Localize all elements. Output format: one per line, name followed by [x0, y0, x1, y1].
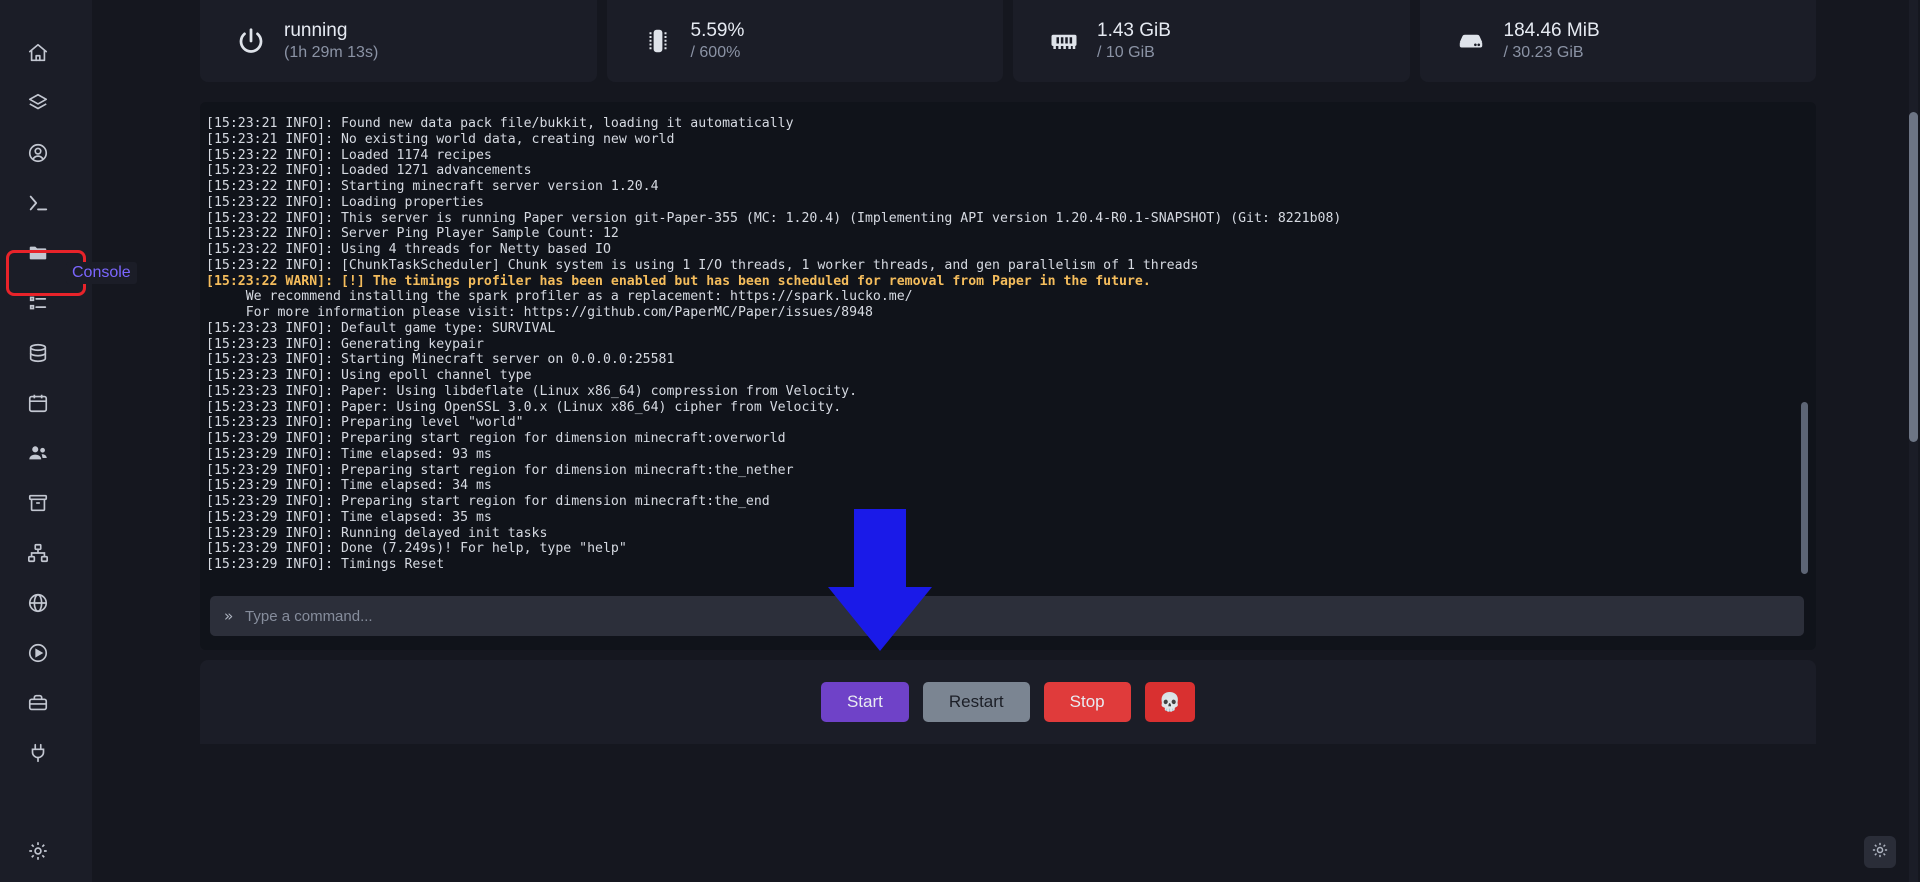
restart-button[interactable]: Restart	[922, 682, 1030, 722]
main-content: running (1h 29m 13s) 5.59% / 600% 1.43 G…	[92, 0, 1920, 882]
console-log-line: [15:23:22 INFO]: Server Ping Player Samp…	[206, 226, 619, 242]
console-log-line: [15:23:29 INFO]: Time elapsed: 34 ms	[206, 478, 492, 494]
disk-limit: / 30.23 GiB	[1503, 43, 1584, 61]
memory-limit: / 10 GiB	[1097, 43, 1155, 61]
sidebar-item-tools[interactable]	[0, 678, 92, 728]
layers-icon	[27, 92, 49, 114]
play-circle-icon	[27, 642, 49, 664]
sidebar-item-network[interactable]	[0, 528, 92, 578]
users-icon	[27, 442, 49, 464]
console-log-line: [15:23:29 INFO]: Preparing start region …	[206, 431, 786, 446]
console-log-line: [15:23:21 INFO]: No existing world data,…	[206, 131, 675, 147]
status-uptime: (1h 29m 13s)	[284, 43, 379, 61]
console-log-line: [15:23:21 INFO]: Found new data pack fil…	[206, 116, 794, 131]
console-log-line: [15:23:22 WARN]: [!] The timings profile…	[206, 273, 1151, 289]
console-log-line: [15:23:29 INFO]: Done (7.249s)! For help…	[206, 541, 627, 557]
memory-value: 1.43 GiB	[1097, 20, 1171, 42]
gear-icon	[1871, 841, 1889, 864]
sidebar-item-users[interactable]	[0, 428, 92, 478]
sidebar-item-databases[interactable]	[0, 328, 92, 378]
start-button[interactable]: Start	[820, 682, 909, 722]
console-log-line: [15:23:22 INFO]: This server is running …	[206, 210, 1342, 226]
console-log-line: [15:23:23 INFO]: Generating keypair	[206, 336, 484, 352]
console-log-line: [15:23:29 INFO]: Time elapsed: 35 ms	[206, 509, 492, 525]
cpu-card: 5.59% / 600%	[606, 0, 1003, 82]
calendar-icon	[27, 392, 49, 414]
toolbox-icon	[27, 692, 49, 714]
cpu-value: 5.59%	[690, 20, 745, 42]
console-log-line: [15:23:22 INFO]: Loaded 1174 recipes	[206, 147, 492, 163]
cpu-icon	[643, 26, 673, 56]
list-check-icon	[27, 292, 49, 314]
disk-card: 184.46 MiB / 30.23 GiB	[1419, 0, 1816, 82]
console-log-line: [15:23:22 INFO]: [ChunkTaskScheduler] Ch…	[206, 257, 1199, 273]
page-scroll-thumb[interactable]	[1909, 112, 1918, 442]
console-log-line: [15:23:23 INFO]: Using epoll channel typ…	[206, 368, 532, 383]
support-widget-button[interactable]	[1864, 836, 1896, 868]
sidebar-item-backups[interactable]	[0, 478, 92, 528]
disk-icon	[1456, 26, 1486, 56]
globe-icon	[27, 592, 49, 614]
console-log-line: [15:23:22 INFO]: Loaded 1271 advancement…	[206, 163, 532, 179]
console-panel: [15:23:21 INFO]: Found new data pack fil…	[200, 102, 1816, 650]
sidebar-item-account[interactable]	[0, 128, 92, 178]
console-log-line: For more information please visit: https…	[206, 305, 873, 320]
console-scrollbar[interactable]	[1801, 116, 1808, 576]
power-icon	[236, 26, 266, 56]
console-log-line: [15:23:29 INFO]: Preparing start region …	[206, 494, 770, 509]
home-icon	[27, 42, 49, 64]
console-log-line: [15:23:29 INFO]: Timings Reset	[206, 557, 445, 572]
sidebar-item-schedules[interactable]	[0, 378, 92, 428]
console-log-line: We recommend installing the spark profil…	[206, 289, 913, 305]
console-log-line: [15:23:23 INFO]: Starting Minecraft serv…	[206, 352, 675, 368]
console-log-line: [15:23:23 INFO]: Preparing level "world"	[206, 415, 524, 431]
cpu-limit: / 600%	[690, 43, 741, 61]
plug-icon	[27, 742, 49, 764]
sidebar-item-servers[interactable]	[0, 78, 92, 128]
sidebar-item-plugins[interactable]	[0, 728, 92, 778]
memory-icon	[1049, 26, 1079, 56]
command-prompt-icon: »	[224, 607, 234, 625]
memory-card: 1.43 GiB / 10 GiB	[1013, 0, 1410, 82]
sidebar-item-domains[interactable]	[0, 578, 92, 628]
kill-button[interactable]: 💀	[1144, 682, 1196, 722]
status-card: running (1h 29m 13s)	[200, 0, 597, 82]
console-log-line: [15:23:29 INFO]: Preparing start region …	[206, 462, 794, 478]
stat-cards-row: running (1h 29m 13s) 5.59% / 600% 1.43 G…	[92, 0, 1920, 82]
console-log-line: [15:23:22 INFO]: Starting minecraft serv…	[206, 179, 659, 194]
server-console-page: Console running (1h 29m 13s) 5.59% / 600…	[0, 0, 1920, 882]
user-circle-icon	[27, 142, 49, 164]
console-output[interactable]: [15:23:21 INFO]: Found new data pack fil…	[200, 116, 1816, 576]
sidebar-item-home[interactable]	[0, 28, 92, 78]
power-actions-bar: Start Restart Stop 💀	[200, 660, 1816, 744]
console-log-line: [15:23:23 INFO]: Paper: Using libdeflate…	[206, 383, 858, 399]
archive-icon	[27, 492, 49, 514]
console-log-line: [15:23:29 INFO]: Time elapsed: 93 ms	[206, 446, 492, 462]
command-bar[interactable]: »	[210, 596, 1804, 636]
console-log-line: [15:23:22 INFO]: Using 4 threads for Net…	[206, 242, 611, 257]
main-sidebar: Console	[0, 0, 137, 882]
sidebar-item-startup[interactable]	[0, 628, 92, 678]
folder-icon	[27, 242, 49, 264]
sidebar-item-settings[interactable]	[0, 826, 92, 876]
sidebar-item-console[interactable]	[0, 178, 92, 228]
console-log-line: [15:23:23 INFO]: Paper: Using OpenSSL 3.…	[206, 399, 842, 415]
disk-value: 184.46 MiB	[1503, 20, 1600, 42]
console-log-line: [15:23:22 INFO]: Loading properties	[206, 194, 484, 210]
network-icon	[27, 542, 49, 564]
sidebar-item-tasks[interactable]	[0, 278, 92, 328]
status-value: running	[284, 20, 348, 42]
command-input[interactable]	[245, 607, 1790, 625]
terminal-icon	[27, 192, 49, 214]
console-log-line: [15:23:29 INFO]: Running delayed init ta…	[206, 525, 548, 541]
database-icon	[27, 342, 49, 364]
gear-icon	[27, 840, 49, 862]
console-scroll-thumb[interactable]	[1801, 402, 1808, 574]
console-log-line: [15:23:23 INFO]: Default game type: SURV…	[206, 320, 556, 336]
stop-button[interactable]: Stop	[1043, 682, 1131, 722]
